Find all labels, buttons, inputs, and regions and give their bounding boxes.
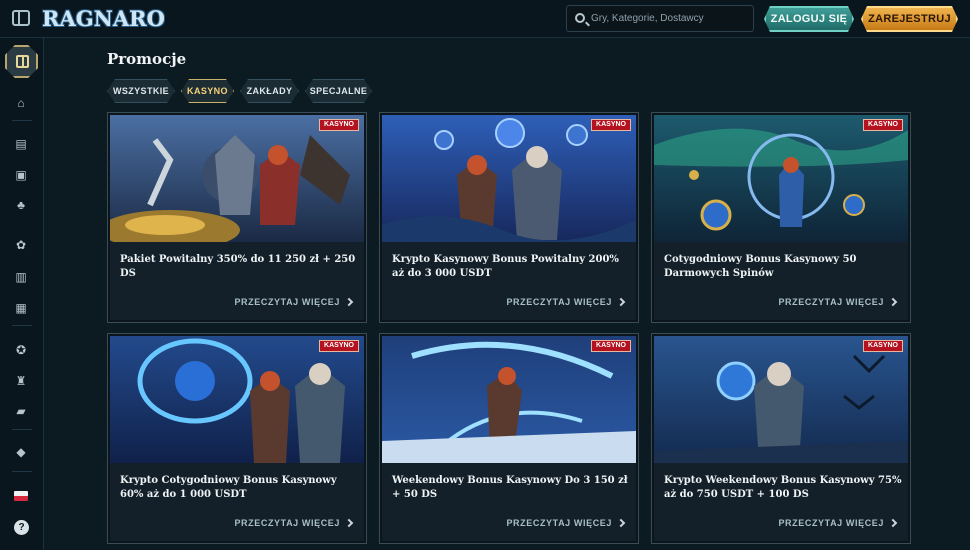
promo-title: Krypto Weekendowy Bonus Kasynowy 75% aż … (664, 475, 902, 500)
home-icon[interactable]: ⌂ (14, 96, 28, 110)
read-more-label: PRZECZYTAJ WIĘCEJ (778, 518, 884, 528)
sidebar-toggle-icon[interactable] (12, 10, 30, 26)
poland-flag-icon[interactable] (14, 491, 28, 501)
category-badge: KASYNO (319, 340, 359, 352)
promo-title: Pakiet Powitalny 350% do 11 250 zł + 250… (120, 254, 356, 279)
category-badge: KASYNO (863, 340, 903, 352)
sidebar-divider (12, 429, 32, 430)
read-more-link[interactable]: PRZECZYTAJ WIĘCEJ (506, 295, 626, 309)
sidebar-divider (12, 120, 32, 121)
sidebar-divider (12, 471, 32, 472)
read-more-link[interactable]: PRZECZYTAJ WIĘCEJ (506, 516, 626, 530)
page-title: Promocje (107, 50, 187, 68)
tab-casino[interactable]: KASYNO (181, 79, 234, 103)
read-more-link[interactable]: PRZECZYTAJ WIĘCEJ (234, 516, 354, 530)
category-badge: KASYNO (863, 119, 903, 131)
diamond-icon[interactable]: ◆ (14, 445, 28, 459)
promo-card[interactable]: KASYNO Krypto Kasynowy Bonus Powitalny 2… (379, 112, 639, 323)
sports-icon[interactable]: ▦ (14, 301, 28, 315)
read-more-link[interactable]: PRZECZYTAJ WIĘCEJ (778, 295, 898, 309)
search-icon (575, 13, 585, 23)
category-badge: KASYNO (319, 119, 359, 131)
chip-icon[interactable]: ✿ (14, 238, 28, 252)
promo-card[interactable]: KASYNO Pakiet Powitalny 350% do 11 250 z… (107, 112, 367, 323)
promo-card[interactable]: KASYNO Krypto Weekendowy Bonus Kasynowy … (651, 333, 911, 544)
read-more-link[interactable]: PRZECZYTAJ WIĘCEJ (234, 295, 354, 309)
read-more-label: PRZECZYTAJ WIĘCEJ (778, 297, 884, 307)
promotions-nav-button[interactable] (5, 45, 38, 78)
chevron-right-icon (888, 297, 898, 307)
promo-image (110, 336, 364, 463)
read-more-link[interactable]: PRZECZYTAJ WIĘCEJ (778, 516, 898, 530)
login-button[interactable]: ZALOGUJ SIĘ (764, 6, 854, 32)
logo[interactable]: RAGNARO (42, 6, 165, 32)
sidebar-divider (12, 325, 32, 326)
sidebar: ⌂ ▤ ▣ ♣ ✿ ▥ ▦ ✪ ♜ ▰ ◆ ? (0, 38, 44, 550)
read-more-label: PRZECZYTAJ WIĘCEJ (234, 297, 340, 307)
promo-title: Cotygodniowy Bonus Kasynowy 50 Darmowych… (664, 254, 857, 279)
help-icon[interactable]: ? (14, 520, 29, 535)
tab-special[interactable]: SPECJALNE (305, 79, 372, 103)
read-more-label: PRZECZYTAJ WIĘCEJ (234, 518, 340, 528)
promo-image (382, 115, 636, 242)
chevron-right-icon (344, 297, 354, 307)
briefcase-icon[interactable]: ▰ (14, 404, 28, 418)
category-badge: KASYNO (591, 119, 631, 131)
gift-icon (16, 55, 29, 68)
promo-title: Krypto Cotygodniowy Bonus Kasynowy 60% a… (120, 475, 337, 500)
promo-image (654, 115, 908, 242)
promo-image (382, 336, 636, 463)
trophy-icon[interactable]: ♜ (14, 374, 28, 388)
top-bar: RAGNARO ZALOGUJ SIĘ ZAREJESTRUJ (0, 0, 970, 38)
promo-card[interactable]: KASYNO Cotygodniowy Bonus Kasynowy 50 Da… (651, 112, 911, 323)
cards-icon[interactable]: ▣ (14, 168, 28, 182)
promo-image (110, 115, 364, 242)
category-badge: KASYNO (591, 340, 631, 352)
search-box[interactable] (566, 5, 754, 32)
chevron-right-icon (616, 518, 626, 528)
promo-image (654, 336, 908, 463)
promo-title: Weekendowy Bonus Kasynowy Do 3 150 zł + … (392, 475, 628, 500)
chevron-right-icon (888, 518, 898, 528)
tab-sports[interactable]: ZAKŁADY (240, 79, 299, 103)
promo-card[interactable]: KASYNO Weekendowy Bonus Kasynowy Do 3 15… (379, 333, 639, 544)
promo-card[interactable]: KASYNO Krypto Cotygodniowy Bonus Kasynow… (107, 333, 367, 544)
clover-icon[interactable]: ♣ (14, 198, 28, 212)
read-more-label: PRZECZYTAJ WIĘCEJ (506, 518, 612, 528)
tab-all[interactable]: WSZYSTKIE (107, 79, 175, 103)
slot-machine-icon[interactable]: ▤ (14, 137, 28, 151)
medal-icon[interactable]: ✪ (14, 343, 28, 357)
chevron-right-icon (616, 297, 626, 307)
promo-title: Krypto Kasynowy Bonus Powitalny 200% aż … (392, 254, 619, 279)
chevron-right-icon (344, 518, 354, 528)
register-button[interactable]: ZAREJESTRUJ (861, 6, 958, 32)
search-input[interactable] (591, 6, 751, 31)
read-more-label: PRZECZYTAJ WIĘCEJ (506, 297, 612, 307)
live-icon[interactable]: ▥ (14, 270, 28, 284)
